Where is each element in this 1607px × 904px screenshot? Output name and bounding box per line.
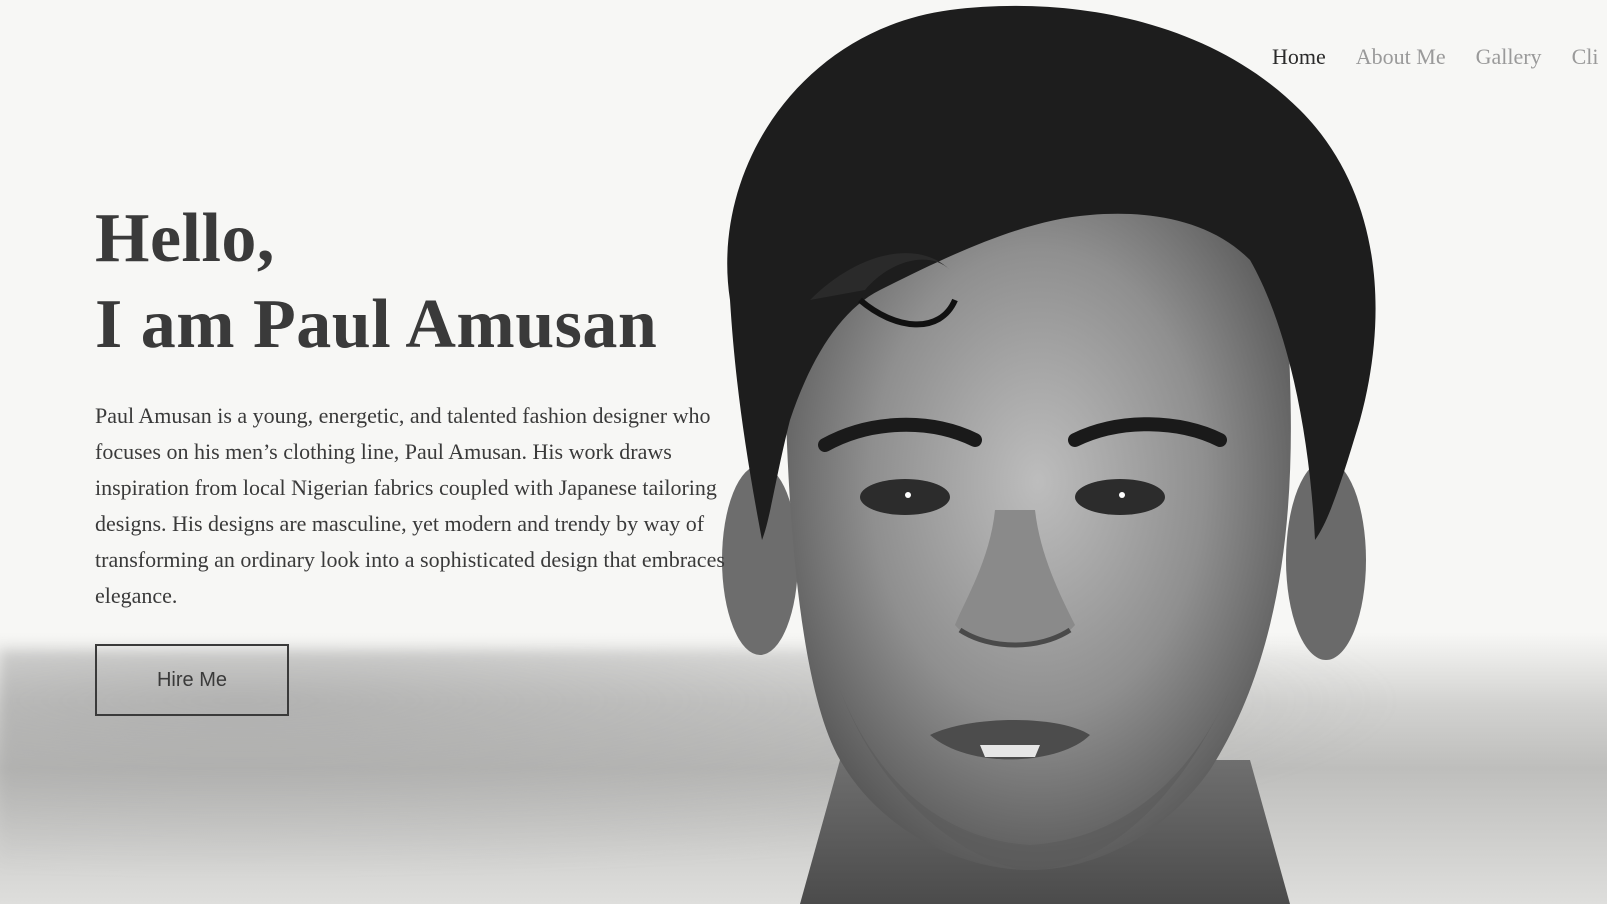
hero-section: Hello, I am Paul Amusan Paul Amusan is a… xyxy=(95,196,735,614)
nav-item-about-me[interactable]: About Me xyxy=(1356,44,1446,70)
hire-me-button[interactable]: Hire Me xyxy=(95,644,289,716)
hero-title: Hello, I am Paul Amusan xyxy=(95,196,735,368)
nav-item-gallery[interactable]: Gallery xyxy=(1476,44,1542,70)
hero-greeting: Hello, xyxy=(95,200,275,277)
top-nav: Home About Me Gallery Cli xyxy=(1272,44,1598,70)
portrait-photo xyxy=(722,5,1376,904)
nav-item-clients[interactable]: Cli xyxy=(1572,44,1599,70)
hero-description: Paul Amusan is a young, energetic, and t… xyxy=(95,403,725,608)
nav-item-home[interactable]: Home xyxy=(1272,44,1326,70)
hero-name-line: I am Paul Amusan xyxy=(95,286,658,363)
